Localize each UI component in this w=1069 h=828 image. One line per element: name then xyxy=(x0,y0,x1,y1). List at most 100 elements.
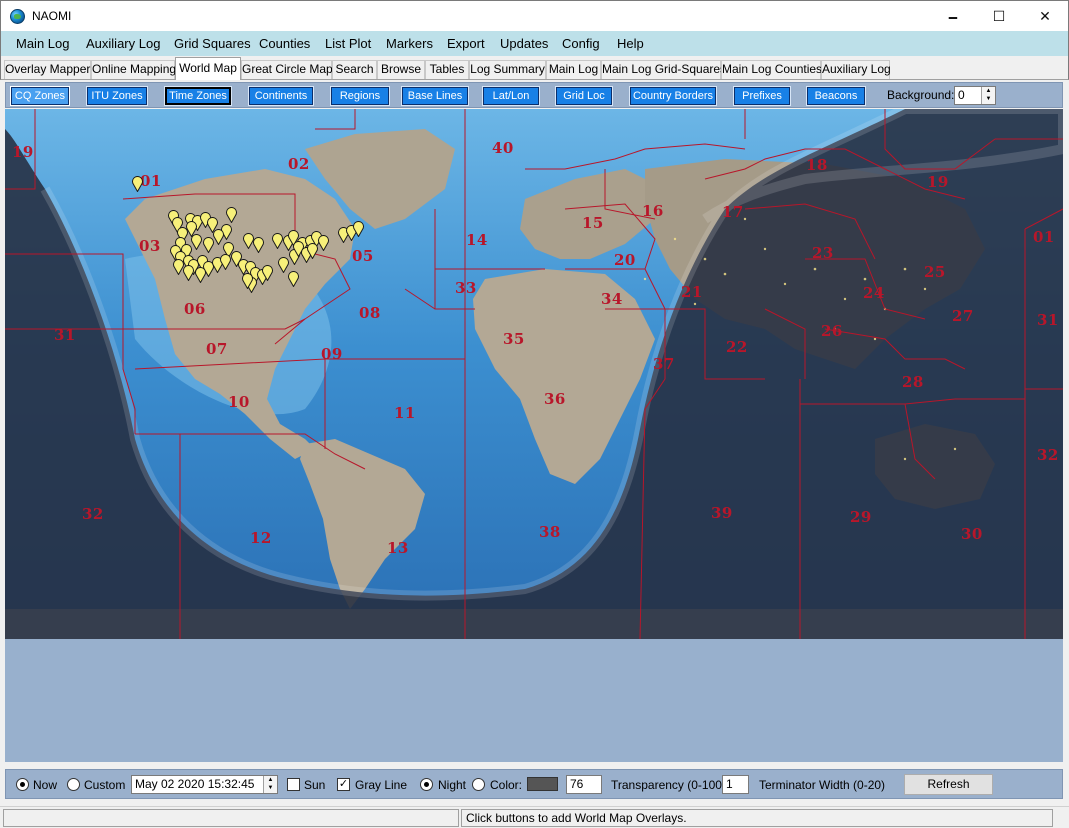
refresh-button[interactable]: Refresh xyxy=(904,774,993,795)
gray-line-label: Gray Line xyxy=(355,778,408,792)
zone-label: 08 xyxy=(359,304,381,322)
terminator-width-input[interactable]: 1 xyxy=(722,775,749,794)
zone-label: 15 xyxy=(582,214,604,232)
map-marker-icon[interactable] xyxy=(220,254,231,270)
tab-main-log[interactable]: Main Log xyxy=(546,60,601,79)
transparency-input[interactable]: 76 xyxy=(566,775,602,794)
tab-main-log-grid-squares[interactable]: Main Log Grid-Squares xyxy=(601,60,726,79)
menu-markers[interactable]: Markers xyxy=(386,36,433,51)
menu-auxiliary-log[interactable]: Auxiliary Log xyxy=(86,36,160,51)
minimize-icon: 🗕 xyxy=(948,8,958,24)
tab-overlay-mapper[interactable]: Overlay Mapper xyxy=(4,60,91,79)
terminator-width-label: Terminator Width (0-20) xyxy=(759,778,886,792)
map-marker-icon[interactable] xyxy=(318,235,329,251)
zone-label: 35 xyxy=(503,330,525,348)
country-borders-button[interactable]: Country Borders xyxy=(629,86,717,106)
zone-label: 28 xyxy=(902,373,924,391)
world-map-panel[interactable]: 19 02 40 01 18 19 03 05 14 15 16 17 01 3… xyxy=(5,109,1063,762)
grid-loc-button[interactable]: Grid Loc xyxy=(555,86,613,106)
map-marker-icon[interactable] xyxy=(253,237,264,253)
zone-label: 13 xyxy=(387,539,409,557)
lat-lon-button[interactable]: Lat/Lon xyxy=(482,86,540,106)
regions-button[interactable]: Regions xyxy=(330,86,390,106)
tab-auxiliary-log[interactable]: Auxiliary Log xyxy=(821,60,891,79)
map-marker-icon[interactable] xyxy=(272,233,283,249)
menu-counties[interactable]: Counties xyxy=(259,36,310,51)
zone-label: 19 xyxy=(927,173,949,191)
terminator-controls: Now Custom May 02 2020 15:32:45 ▲ ▼ Sun ✓… xyxy=(5,769,1063,799)
base-lines-button[interactable]: Base Lines xyxy=(401,86,469,106)
beacons-button[interactable]: Beacons xyxy=(806,86,866,106)
zone-label: 23 xyxy=(812,244,834,262)
menu-list-plot[interactable]: List Plot xyxy=(325,36,371,51)
zone-label: 31 xyxy=(54,326,76,344)
color-radio[interactable] xyxy=(472,778,485,791)
menu-grid-squares[interactable]: Grid Squares xyxy=(174,36,251,51)
zone-label: 11 xyxy=(394,404,416,422)
sun-label: Sun xyxy=(304,778,326,792)
zone-label: 06 xyxy=(184,300,206,318)
map-marker-icon[interactable] xyxy=(307,243,318,259)
map-marker-icon[interactable] xyxy=(226,207,237,223)
maximize-button[interactable]: ☐ xyxy=(976,1,1022,31)
close-button[interactable]: ✕ xyxy=(1022,1,1068,31)
itu-zones-button[interactable]: ITU Zones xyxy=(86,86,148,106)
zone-label: 22 xyxy=(726,338,748,356)
status-message: Click buttons to add World Map Overlays. xyxy=(461,809,1053,827)
zone-label: 39 xyxy=(711,504,733,522)
custom-radio[interactable] xyxy=(67,778,80,791)
tab-world-map[interactable]: World Map xyxy=(175,57,241,80)
datetime-value: May 02 2020 15:32:45 xyxy=(135,777,255,791)
zone-label: 24 xyxy=(863,284,885,302)
zone-label: 01 xyxy=(1033,228,1055,246)
menu-config[interactable]: Config xyxy=(562,36,600,51)
datetime-picker[interactable]: May 02 2020 15:32:45 ▲ ▼ xyxy=(131,775,278,794)
background-value: 0 xyxy=(958,88,965,102)
color-label: Color: xyxy=(490,778,523,792)
window-title: NAOMI xyxy=(32,9,72,23)
time-zones-button[interactable]: Time Zones xyxy=(164,86,232,106)
gray-line-checkbox[interactable]: ✓ xyxy=(337,778,350,791)
menu-updates[interactable]: Updates xyxy=(500,36,548,51)
tab-log-summary[interactable]: Log Summary xyxy=(469,60,546,79)
continents-button[interactable]: Continents xyxy=(248,86,314,106)
prefixes-button[interactable]: Prefixes xyxy=(733,86,791,106)
cq-zones-button[interactable]: CQ Zones xyxy=(10,86,70,106)
menu-main-log[interactable]: Main Log xyxy=(16,36,69,51)
map-marker-icon[interactable] xyxy=(353,221,364,237)
background-spinner[interactable]: 0 ▲ ▼ xyxy=(954,86,996,105)
tab-great-circle-map[interactable]: Great Circle Map xyxy=(241,60,333,79)
zone-label: 09 xyxy=(321,345,343,363)
tab-browse[interactable]: Browse xyxy=(377,60,425,79)
zone-label: 21 xyxy=(681,283,703,301)
menu-export[interactable]: Export xyxy=(447,36,485,51)
datetime-spinner-icon[interactable]: ▲ ▼ xyxy=(263,776,277,793)
tab-online-mapping[interactable]: Online Mapping xyxy=(91,60,176,79)
tab-tables[interactable]: Tables xyxy=(425,60,469,79)
zone-label: 25 xyxy=(924,263,946,281)
map-marker-icon[interactable] xyxy=(132,176,143,192)
tab-search[interactable]: Search xyxy=(332,60,377,79)
background-label: Background: xyxy=(887,88,955,102)
zone-label: 12 xyxy=(250,529,272,547)
map-marker-icon[interactable] xyxy=(288,271,299,287)
map-marker-icon[interactable] xyxy=(242,273,253,289)
now-radio[interactable] xyxy=(16,778,29,791)
app-globe-icon xyxy=(10,9,25,24)
zone-label: 34 xyxy=(601,290,623,308)
map-marker-icon[interactable] xyxy=(191,234,202,250)
zone-label: 31 xyxy=(1037,311,1059,329)
menu-help[interactable]: Help xyxy=(617,36,644,51)
tab-main-log-counties[interactable]: Main Log Counties xyxy=(721,60,822,79)
minimize-button[interactable]: 🗕 xyxy=(930,1,976,31)
sun-checkbox[interactable] xyxy=(287,778,300,791)
map-marker-icon[interactable] xyxy=(195,267,206,283)
night-radio[interactable] xyxy=(420,778,433,791)
spinner-arrows-icon[interactable]: ▲ ▼ xyxy=(981,87,995,104)
zone-label: 07 xyxy=(206,340,228,358)
color-swatch[interactable] xyxy=(527,777,558,791)
zone-label: 05 xyxy=(352,247,374,265)
map-marker-icon[interactable] xyxy=(262,265,273,281)
map-marker-icon[interactable] xyxy=(183,265,194,281)
zone-label: 02 xyxy=(288,155,310,173)
